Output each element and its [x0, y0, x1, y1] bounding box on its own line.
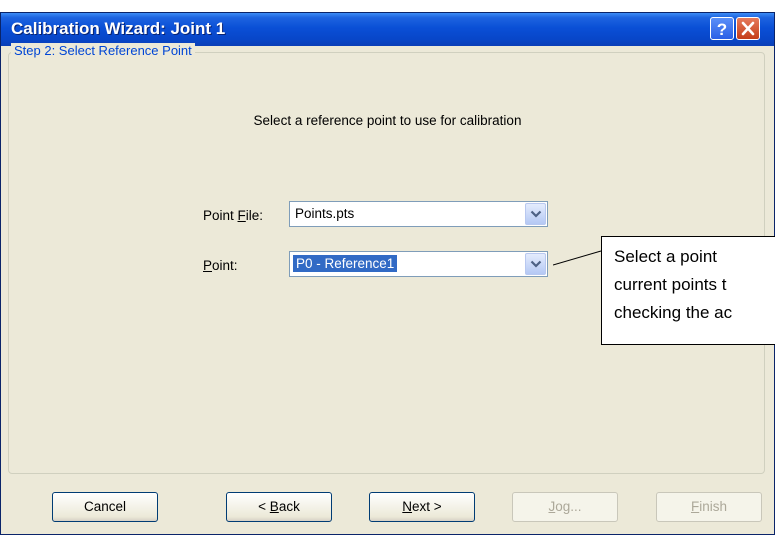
back-button[interactable]: < Back — [226, 492, 332, 522]
point-label: Point: — [203, 258, 238, 273]
next-button[interactable]: Next > — [369, 492, 475, 522]
help-icon: ? — [717, 20, 727, 39]
cancel-button[interactable]: Cancel — [52, 492, 158, 522]
step-title: Step 2: Select Reference Point — [11, 43, 195, 58]
callout-line: checking the ac — [614, 303, 733, 322]
callout-note: Select a point current points t checking… — [601, 236, 775, 345]
jog-button[interactable]: Jog... — [512, 492, 618, 522]
svg-text:?: ? — [717, 20, 727, 39]
point-dropdown[interactable]: P0 - Reference1 — [289, 251, 548, 277]
point-value: P0 - Reference1 — [293, 255, 398, 272]
point-dropdown-button[interactable] — [525, 253, 546, 275]
chevron-down-icon — [530, 210, 542, 218]
point-file-label: Point File: — [203, 208, 264, 223]
point-file-value: Points.pts — [295, 206, 355, 221]
point-file-dropdown-button[interactable] — [525, 203, 546, 225]
chevron-down-icon — [530, 260, 542, 268]
help-button[interactable]: ? — [710, 17, 734, 40]
close-button[interactable] — [736, 17, 760, 40]
callout-line: current points t — [614, 275, 727, 294]
instruction-text: Select a reference point to use for cali… — [253, 113, 522, 128]
finish-button[interactable]: Finish — [656, 492, 762, 522]
dialog-title: Calibration Wizard: Joint 1 — [11, 19, 226, 38]
callout-line: Select a point — [614, 247, 718, 266]
close-icon — [741, 21, 755, 36]
title-bar[interactable]: Calibration Wizard: Joint 1 ? — [1, 13, 774, 46]
callout-connector-line — [553, 250, 602, 266]
point-file-dropdown[interactable]: Points.pts — [289, 201, 548, 227]
